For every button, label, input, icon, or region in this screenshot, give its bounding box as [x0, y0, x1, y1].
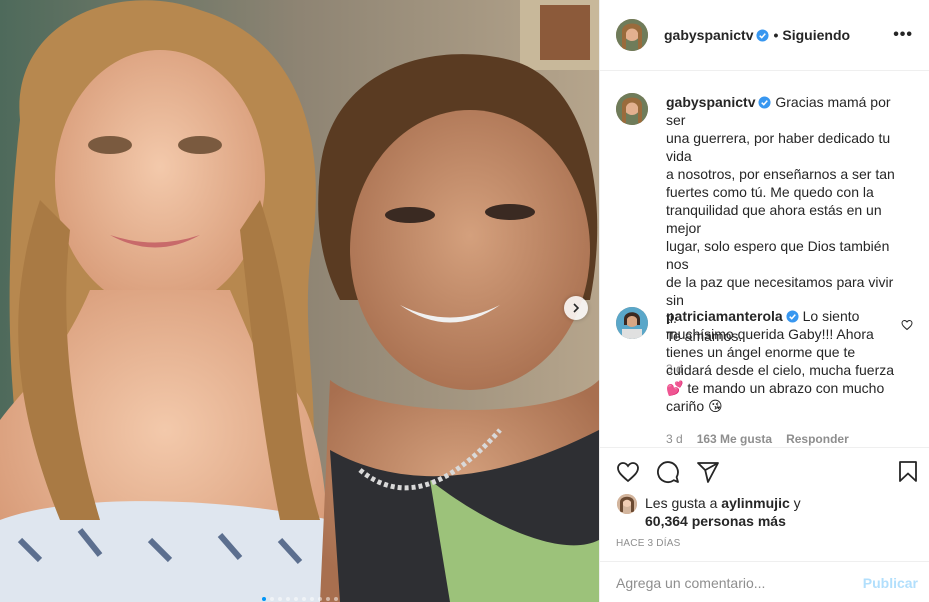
carousel-next-button[interactable]: [564, 296, 588, 320]
bookmark-icon: [899, 461, 917, 482]
caption-line: una guerrera, por haber dedicado tu vida: [666, 130, 891, 164]
save-button[interactable]: [896, 460, 920, 484]
more-options-icon[interactable]: •••: [893, 26, 913, 44]
publish-button[interactable]: Publicar: [863, 575, 918, 591]
caption-line: tranquilidad que ahora estás en un mejor: [666, 202, 882, 236]
verified-badge-icon: [758, 96, 772, 109]
carousel-dot[interactable]: [285, 597, 290, 601]
avatar-image: [616, 19, 648, 51]
photo-illustration: [0, 0, 599, 602]
carousel-dot[interactable]: [325, 597, 330, 601]
carousel-dot[interactable]: [261, 597, 266, 601]
caption-line: de la paz que necesitamos para vivir sin: [666, 274, 894, 308]
comment-line: Lo siento: [802, 308, 860, 324]
comment-line: muchísimo querida Gaby!!! Ahora: [666, 326, 874, 342]
chevron-right-icon: [573, 303, 580, 313]
comment-like-heart-icon[interactable]: [901, 319, 913, 331]
heart-icon[interactable]: [616, 460, 640, 484]
avatar-image: [616, 93, 648, 125]
likes-count[interactable]: 60,364 personas más: [645, 513, 786, 529]
likes-and: y: [793, 495, 801, 511]
share-icon[interactable]: [696, 460, 720, 484]
verified-badge-icon: [786, 310, 799, 323]
carousel-dot[interactable]: [293, 597, 298, 601]
comment-likes[interactable]: 163 Me gusta: [697, 430, 772, 448]
liker-avatar[interactable]: [617, 494, 637, 514]
post-side-panel: gabyspanictv • Siguiendo ••• gabyspanict…: [599, 0, 929, 602]
verified-badge-icon: [756, 28, 770, 42]
caption-line: fuertes como tú. Me quedo con la: [666, 184, 874, 200]
comment-username[interactable]: patriciamanterola: [666, 308, 783, 324]
likes-prefix: Les gusta a: [645, 495, 718, 511]
caption-avatar[interactable]: [616, 93, 648, 125]
carousel-dot[interactable]: [269, 597, 274, 601]
avatar[interactable]: [616, 19, 648, 51]
carousel-dot[interactable]: [309, 597, 314, 601]
carousel-indicator: [0, 596, 599, 602]
comment-line: cariño 😘: [666, 398, 723, 414]
post-timestamp[interactable]: HACE 3 DÍAS: [616, 538, 680, 549]
carousel-dot[interactable]: [317, 597, 322, 601]
post-header: gabyspanictv • Siguiendo •••: [600, 0, 929, 71]
carousel-dot[interactable]: [277, 597, 282, 601]
caption-username[interactable]: gabyspanictv: [666, 94, 755, 110]
comment-line: tienes un ángel enorme que te: [666, 344, 856, 360]
separator-dot: •: [773, 27, 779, 43]
liker-username[interactable]: aylinmujic: [721, 495, 789, 511]
likes-summary: Les gusta a aylinmujic y 60,364 personas…: [617, 494, 801, 530]
action-icons: [616, 460, 720, 484]
comment-item: patriciamanterola Lo siento muchísimo qu…: [616, 307, 913, 448]
post-photo[interactable]: [0, 0, 599, 602]
following-button[interactable]: Siguiendo: [782, 27, 850, 43]
instagram-post-modal: gabyspanictv • Siguiendo ••• gabyspanict…: [0, 0, 929, 602]
comment-avatar[interactable]: [616, 307, 648, 339]
carousel-dot[interactable]: [301, 597, 306, 601]
comment-time[interactable]: 3 d: [666, 430, 683, 448]
add-comment-input[interactable]: [616, 574, 863, 591]
caption-line: lugar, solo espero que Dios también nos: [666, 238, 890, 272]
carousel-dot[interactable]: [333, 597, 338, 601]
caption-line: a nosotros, por enseñarnos a ser tan: [666, 166, 895, 182]
post-author-username[interactable]: gabyspanictv: [664, 27, 753, 43]
avatar-image: [617, 494, 637, 514]
avatar-image: [616, 307, 648, 339]
comment-line: cuidará desde el cielo, mucha fuerza: [666, 362, 895, 378]
reply-button[interactable]: Responder: [786, 430, 849, 448]
comment-line: 💕 te mando un abrazo con mucho: [666, 380, 885, 396]
post-actions-section: Les gusta a aylinmujic y 60,364 personas…: [600, 447, 929, 602]
comment-icon[interactable]: [656, 460, 680, 484]
add-comment-bar: Publicar: [600, 561, 929, 602]
